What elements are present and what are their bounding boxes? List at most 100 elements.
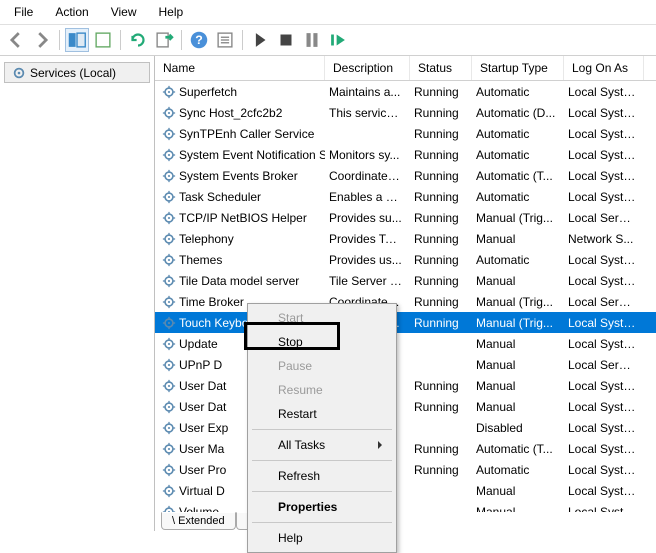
service-startup: Automatic	[472, 148, 564, 162]
service-icon	[161, 210, 176, 225]
refresh-button[interactable]	[126, 28, 150, 52]
service-desc: Provides Tel...	[325, 232, 410, 246]
menu-view[interactable]: View	[101, 2, 147, 22]
service-row[interactable]: System Event Notification S...Monitors s…	[155, 144, 656, 165]
service-icon	[161, 231, 176, 246]
back-button[interactable]	[4, 28, 28, 52]
service-row[interactable]: UPnP Ds UPn...ManualLocal Service	[155, 354, 656, 375]
service-logon: Local Service	[564, 295, 644, 309]
ctx-stop[interactable]: Stop	[250, 330, 394, 354]
menu-help[interactable]: Help	[149, 2, 194, 22]
column-headers: Name Description Status Startup Type Log…	[155, 56, 656, 81]
service-name: User Dat	[179, 379, 226, 393]
ctx-help[interactable]: Help	[250, 526, 394, 550]
sidebar-services-local[interactable]: Services (Local)	[4, 62, 150, 83]
tab-strip: Extended Standard	[155, 512, 656, 531]
service-status: Running	[410, 211, 472, 225]
service-desc: Enables a us...	[325, 190, 410, 204]
service-logon: Local Syste...	[564, 442, 644, 456]
tab-extended[interactable]: Extended	[161, 512, 236, 530]
start-service-button[interactable]	[248, 28, 272, 52]
service-name: Superfetch	[179, 85, 237, 99]
service-status: Running	[410, 442, 472, 456]
service-logon: Local Service	[564, 211, 644, 225]
service-row[interactable]: Touch Keyboard and Hand...Enables Tou...…	[155, 312, 656, 333]
service-row[interactable]: Time BrokerCoordinates...RunningManual (…	[155, 291, 656, 312]
service-name: TCP/IP NetBIOS Helper	[179, 211, 307, 225]
service-icon	[161, 105, 176, 120]
service-startup: Automatic	[472, 85, 564, 99]
header-status[interactable]: Status	[410, 56, 472, 80]
service-name: SynTPEnh Caller Service	[179, 127, 314, 141]
stop-service-button[interactable]	[274, 28, 298, 52]
forward-button[interactable]	[30, 28, 54, 52]
service-logon: Local Syste...	[564, 337, 644, 351]
service-icon	[161, 336, 176, 351]
service-desc: Tile Server f...	[325, 274, 410, 288]
service-list[interactable]: SuperfetchMaintains a...RunningAutomatic…	[155, 81, 656, 512]
menu-action[interactable]: Action	[45, 2, 98, 22]
service-startup: Manual (Trig...	[472, 316, 564, 330]
pause-service-button[interactable]	[300, 28, 324, 52]
service-row[interactable]: User MaManag...RunningAutomatic (T...Loc…	[155, 438, 656, 459]
service-row[interactable]: Volume ges an...ManualLocal Syste...	[155, 501, 656, 512]
service-logon: Local Syste...	[564, 85, 644, 99]
service-row[interactable]: Update ges W...ManualLocal Syste...	[155, 333, 656, 354]
ctx-restart[interactable]: Restart	[250, 402, 394, 426]
service-icon	[161, 273, 176, 288]
help-button[interactable]: ?	[187, 28, 211, 52]
service-row[interactable]: User Datdes ap...RunningManualLocal Syst…	[155, 375, 656, 396]
service-startup: Manual	[472, 358, 564, 372]
service-row[interactable]: ThemesProvides us...RunningAutomaticLoca…	[155, 249, 656, 270]
header-logon[interactable]: Log On As	[564, 56, 644, 80]
show-hide-tree-button[interactable]	[65, 28, 89, 52]
service-row[interactable]: Sync Host_2cfc2b2This service ...Running…	[155, 102, 656, 123]
service-row[interactable]: User Datdes sto...RunningManualLocal Sys…	[155, 396, 656, 417]
export-button[interactable]	[91, 28, 115, 52]
content-pane: Name Description Status Startup Type Log…	[155, 56, 656, 531]
service-status: Running	[410, 400, 472, 414]
service-desc: Maintains a...	[325, 85, 410, 99]
service-startup: Manual (Trig...	[472, 211, 564, 225]
restart-service-button[interactable]	[326, 28, 350, 52]
service-startup: Manual	[472, 337, 564, 351]
service-row[interactable]: User Proervice ...RunningAutomaticLocal …	[155, 459, 656, 480]
ctx-properties[interactable]: Properties	[250, 495, 394, 519]
ctx-refresh[interactable]: Refresh	[250, 464, 394, 488]
service-name: Update	[179, 337, 218, 351]
service-status: Running	[410, 316, 472, 330]
service-startup: Manual	[472, 232, 564, 246]
header-startup[interactable]: Startup Type	[472, 56, 564, 80]
ctx-separator	[252, 522, 392, 523]
service-row[interactable]: SynTPEnh Caller ServiceRunningAutomaticL…	[155, 123, 656, 144]
service-logon: Local Syste...	[564, 106, 644, 120]
header-name[interactable]: Name	[155, 56, 325, 80]
service-row[interactable]: TelephonyProvides Tel...RunningManualNet…	[155, 228, 656, 249]
service-row[interactable]: User Expdes su...DisabledLocal Syste...	[155, 417, 656, 438]
service-icon	[161, 378, 176, 393]
properties-button[interactable]	[213, 28, 237, 52]
service-row[interactable]: SuperfetchMaintains a...RunningAutomatic…	[155, 81, 656, 102]
sidebar-label: Services (Local)	[30, 66, 116, 80]
service-name: System Events Broker	[179, 169, 298, 183]
service-logon: Local Syste...	[564, 379, 644, 393]
menu-file[interactable]: File	[4, 2, 43, 22]
service-startup: Manual (Trig...	[472, 295, 564, 309]
service-startup: Automatic (T...	[472, 442, 564, 456]
service-name: Themes	[179, 253, 222, 267]
service-row[interactable]: Virtual Ddes m...ManualLocal Syste...	[155, 480, 656, 501]
service-icon	[161, 252, 176, 267]
export-list-button[interactable]	[152, 28, 176, 52]
service-logon: Network S...	[564, 232, 644, 246]
ctx-all-tasks[interactable]: All Tasks	[250, 433, 394, 457]
service-status: Running	[410, 232, 472, 246]
service-status: Running	[410, 463, 472, 477]
header-description[interactable]: Description	[325, 56, 410, 80]
service-row[interactable]: TCP/IP NetBIOS HelperProvides su...Runni…	[155, 207, 656, 228]
service-row[interactable]: System Events BrokerCoordinates...Runnin…	[155, 165, 656, 186]
service-row[interactable]: Tile Data model serverTile Server f...Ru…	[155, 270, 656, 291]
service-logon: Local Syste...	[564, 421, 644, 435]
service-name: Sync Host_2cfc2b2	[179, 106, 282, 120]
service-startup: Automatic	[472, 190, 564, 204]
service-row[interactable]: Task SchedulerEnables a us...RunningAuto…	[155, 186, 656, 207]
